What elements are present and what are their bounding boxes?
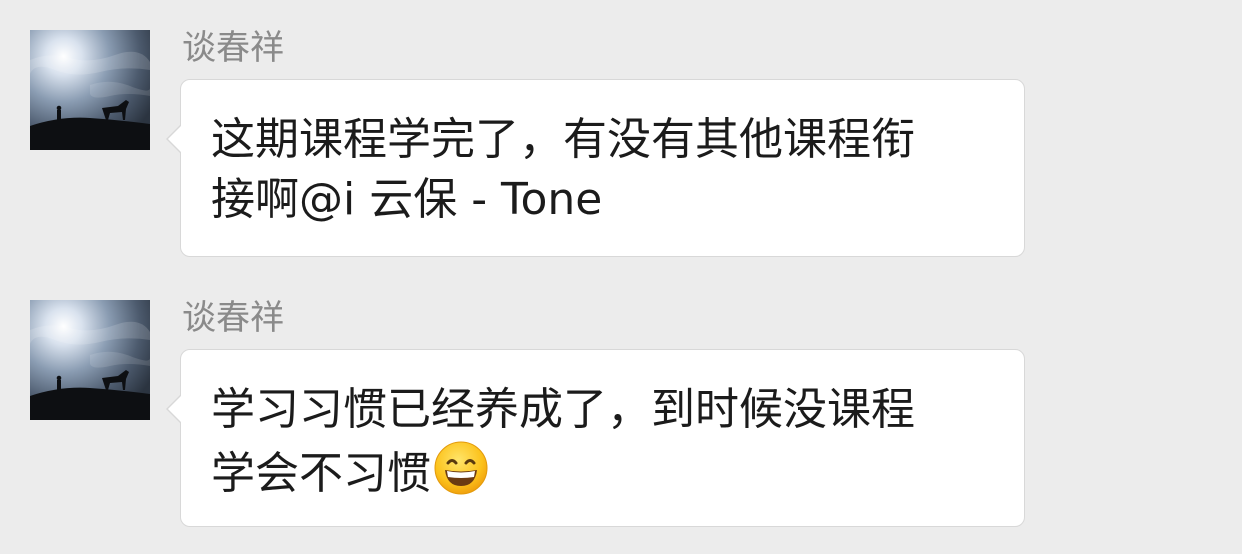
message-line: 接啊@i 云保 - Tone <box>211 174 603 225</box>
sender-name: 谈春祥 <box>182 28 284 68</box>
message-line-text: 学会不习惯 <box>211 448 431 499</box>
landscape-avatar-image <box>30 300 150 420</box>
message-text: 学习习惯已经养成了，到时候没课程 学会不习惯 <box>211 380 1001 504</box>
chat-thread: 谈春祥 这期课程学完了，有没有其他课程衔 接啊@i 云保 - Tone 谈春祥 … <box>0 0 1242 554</box>
message-bubble[interactable]: 这期课程学完了，有没有其他课程衔 接啊@i 云保 - Tone <box>166 79 1025 257</box>
grinning-smiling-eyes-emoji-icon <box>433 440 489 496</box>
landscape-avatar-image <box>30 30 150 150</box>
avatar[interactable] <box>30 300 150 420</box>
message-text: 这期课程学完了，有没有其他课程衔 接啊@i 云保 - Tone <box>211 110 1001 230</box>
message-line: 学习习惯已经养成了，到时候没课程 <box>211 384 915 435</box>
message-line-with-emoji: 学会不习惯 <box>211 440 1001 504</box>
sender-name: 谈春祥 <box>182 298 284 338</box>
message-bubble[interactable]: 学习习惯已经养成了，到时候没课程 学会不习惯 <box>166 349 1025 527</box>
message-line: 这期课程学完了，有没有其他课程衔 <box>211 114 915 165</box>
avatar[interactable] <box>30 30 150 150</box>
